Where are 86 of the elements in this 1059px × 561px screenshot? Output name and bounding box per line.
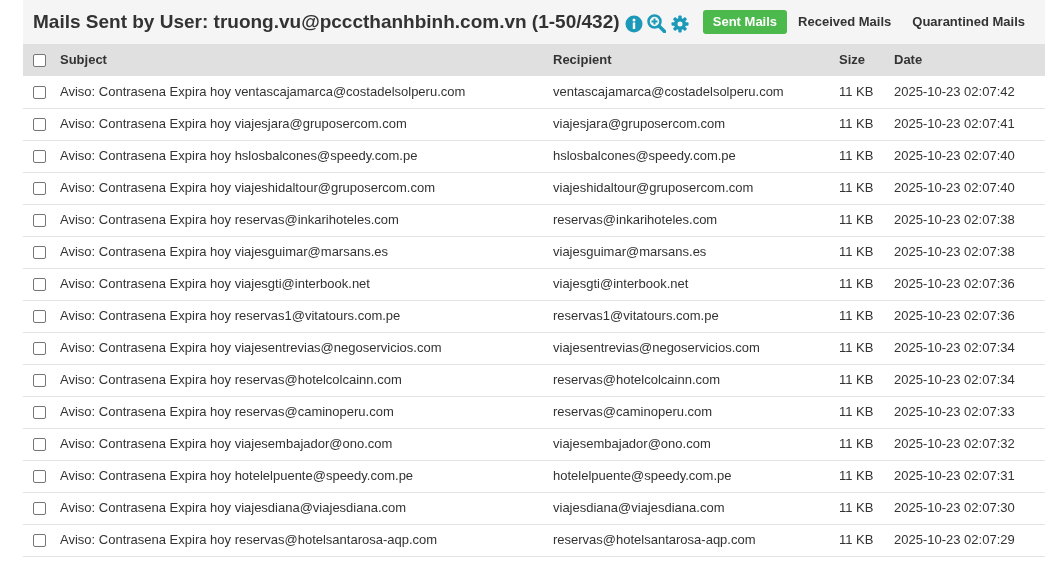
checkbox[interactable] — [33, 214, 46, 228]
table-cell: Aviso: Contrasena Expira hoy viajeshidaltour@gruposercom.com — [60, 180, 435, 196]
table-cell: 11 KB — [839, 500, 874, 516]
info-icon[interactable] — [624, 14, 643, 33]
table-cell: Aviso: Contrasena Expira hoy reservas@inkarihoteles.com — [60, 212, 399, 228]
table-cell: viajesembajador@ono.com — [553, 436, 711, 452]
table-cell: viajesentrevias@negoservicios.com — [553, 340, 760, 356]
table-cell: 2025-10-23 02:07:31 — [894, 468, 1015, 484]
table-cell: 11 KB — [839, 404, 874, 420]
checkbox[interactable] — [33, 470, 46, 484]
table-cell: Aviso: Contrasena Expira hoy hslosbalcones@speedy.com.pe — [60, 148, 418, 164]
table-cell: reservas@caminoperu.com — [553, 404, 713, 420]
table-cell: 11 KB — [839, 276, 874, 292]
table-cell: reservas1@vitatours.com.pe — [553, 308, 719, 324]
table-cell: 2025-10-23 02:07:33 — [894, 404, 1015, 420]
table-cell: 11 KB — [839, 148, 874, 164]
table-cell: Aviso: Contrasena Expira hoy viajesembajador@ono.com — [60, 436, 393, 452]
table-cell: Aviso: Contrasena Expira hoy reservas@hotelsantarosa-aqp.com — [60, 532, 438, 548]
column-header: Subject — [60, 52, 107, 68]
checkbox[interactable] — [33, 502, 46, 516]
checkbox[interactable] — [33, 182, 46, 196]
table-cell: 11 KB — [839, 532, 874, 548]
table-cell: Aviso: Contrasena Expira hoy hotelelpuente@speedy.com.pe — [60, 468, 414, 484]
table-cell: ventascajamarca@costadelsolperu.com — [553, 84, 784, 99]
page-title: Mails Sent by User: truong.vu@pcccthanhbinh.com.vn (1-50/432) — [33, 9, 620, 34]
table-cell: Aviso: Contrasena Expira hoy reservas@hotelcolcainn.com — [60, 372, 402, 388]
table-cell: viajeshidaltour@gruposercom.com — [553, 180, 754, 196]
table-cell: Aviso: Contrasena Expira hoy viajesguimar@marsans.es — [60, 244, 388, 260]
table-cell: 2025-10-23 02:07:29 — [894, 532, 1015, 548]
checkbox[interactable] — [33, 118, 46, 132]
checkbox[interactable] — [33, 374, 46, 388]
table-cell: viajesdiana@viajesdiana.com — [553, 500, 725, 516]
table-cell: viajesjara@gruposercom.com — [553, 116, 726, 132]
table-cell: Aviso: Contrasena Expira hoy reservas1@vitatours.com.pe — [60, 308, 401, 324]
mail-tab[interactable]: Received Mails — [788, 10, 902, 34]
checkbox[interactable] — [33, 534, 46, 548]
table-cell: 11 KB — [839, 116, 874, 132]
table-cell: Aviso: Contrasena Expira hoy reservas@caminoperu.com — [60, 404, 394, 420]
table-cell: 2025-10-23 02:07:34 — [894, 340, 1015, 356]
table-cell: 11 KB — [839, 468, 874, 484]
table-cell: 11 KB — [839, 212, 874, 228]
checkbox[interactable] — [33, 278, 46, 292]
table-cell: 11 KB — [839, 244, 874, 260]
table-cell: 2025-10-23 02:07:38 — [894, 212, 1015, 228]
table-cell: reservas@hotelcolcainn.com — [553, 372, 721, 388]
table-cell: 2025-10-23 02:07:38 — [894, 244, 1015, 260]
settings-icon[interactable] — [670, 14, 689, 33]
checkbox[interactable] — [33, 150, 46, 164]
table-cell: Aviso: Contrasena Expira hoy viajesentrevias@negoservicios.com — [60, 340, 442, 356]
table-cell: 2025-10-23 02:07:40 — [894, 180, 1015, 196]
table-cell: viajesgti@interbook.net — [553, 276, 689, 292]
zoom-in-icon[interactable] — [646, 14, 666, 33]
table-cell: reservas@hotelsantarosa-aqp.com — [553, 532, 756, 548]
table-cell: 11 KB — [839, 84, 874, 99]
checkbox[interactable] — [33, 310, 46, 324]
table-cell: 11 KB — [839, 180, 874, 196]
table-cell: reservas@inkarihoteles.com — [553, 212, 718, 228]
table-cell: hotelelpuente@speedy.com.pe — [553, 468, 732, 484]
column-header: Size — [839, 52, 865, 68]
table-cell: 11 KB — [839, 372, 874, 388]
checkbox[interactable] — [33, 406, 46, 420]
table-cell: 11 KB — [839, 308, 874, 324]
table-cell: Aviso: Contrasena Expira hoy viajesgti@interbook.net — [60, 276, 370, 292]
table-cell: 2025-10-23 02:07:32 — [894, 436, 1015, 452]
table-cell: 11 KB — [839, 340, 874, 356]
table-cell: 2025-10-23 02:07:42 — [894, 84, 1015, 99]
table-cell: 2025-10-23 02:07:36 — [894, 276, 1015, 292]
mail-tab[interactable]: Quarantined Mails — [902, 10, 1035, 34]
column-header: Date — [894, 52, 923, 68]
table-cell: Aviso: Contrasena Expira hoy viajesjara@gruposercom.com — [60, 116, 407, 132]
table-cell: 2025-10-23 02:07:36 — [894, 308, 1015, 324]
table-cell: Aviso: Contrasena Expira hoy viajesdiana@viajesdiana.com — [60, 500, 407, 516]
column-header: Recipient — [553, 52, 612, 68]
table-cell: Aviso: Contrasena Expira hoy ventascajamarca@costadelsolperu.com — [60, 84, 466, 99]
table-cell: hslosbalcones@speedy.com.pe — [553, 148, 736, 164]
table-cell: 2025-10-23 02:07:34 — [894, 372, 1015, 388]
table-cell: 2025-10-23 02:07:30 — [894, 500, 1015, 516]
table-cell: viajesguimar@marsans.es — [553, 244, 707, 260]
checkbox[interactable] — [33, 246, 46, 260]
table-cell: 2025-10-23 02:07:41 — [894, 116, 1015, 132]
table-cell: 2025-10-23 02:07:40 — [894, 148, 1015, 164]
checkbox[interactable] — [33, 86, 46, 100]
table-cell: 11 KB — [839, 436, 874, 452]
checkbox[interactable] — [33, 54, 46, 68]
checkbox[interactable] — [33, 342, 46, 356]
checkbox[interactable] — [33, 438, 46, 452]
